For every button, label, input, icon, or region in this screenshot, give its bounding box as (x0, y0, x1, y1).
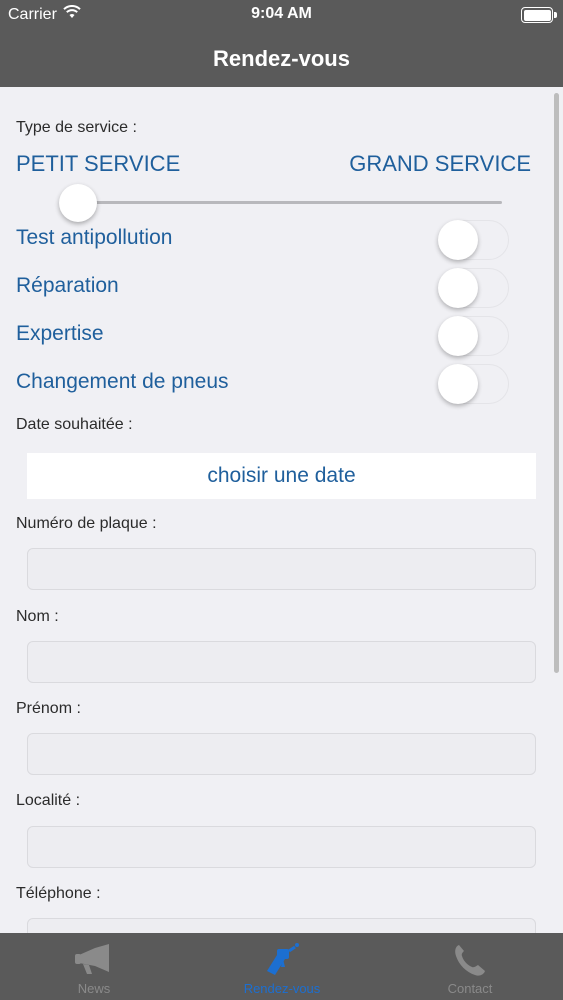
tab-label: Rendez-vous (243, 981, 321, 996)
telephone-input[interactable] (27, 918, 536, 933)
petit-service-label[interactable]: PETIT SERVICE (16, 151, 180, 177)
telephone-label: Téléphone : (16, 885, 101, 902)
option-label: Expertise (16, 322, 104, 345)
reparation-toggle[interactable] (438, 268, 509, 308)
plate-label: Numéro de plaque : (16, 515, 157, 532)
nom-label: Nom : (16, 608, 59, 625)
service-slider-track[interactable] (78, 201, 502, 204)
navigation-bar: Rendez-vous (0, 30, 563, 87)
nom-input[interactable] (27, 641, 536, 683)
tab-news[interactable]: News (0, 933, 188, 1000)
tab-bar: News Rendez-vous Contact (0, 933, 563, 1000)
appointment-form[interactable]: Type de service : PETIT SERVICE GRAND SE… (0, 87, 563, 933)
date-label: Date souhaitée : (16, 416, 133, 433)
option-label: Changement de pneus (16, 370, 229, 393)
tab-rendez-vous[interactable]: Rendez-vous (188, 933, 376, 1000)
expertise-toggle[interactable] (438, 316, 509, 356)
choose-date-button[interactable]: choisir une date (27, 453, 536, 499)
test-antipollution-toggle[interactable] (438, 220, 509, 260)
tab-label: Contact (447, 981, 493, 996)
grand-service-label[interactable]: GRAND SERVICE (349, 151, 531, 177)
option-label: Test antipollution (16, 226, 173, 249)
status-bar: Carrier 9:04 AM (0, 0, 563, 30)
megaphone-icon (73, 939, 115, 979)
page-title: Rendez-vous (213, 45, 350, 71)
prenom-label: Prénom : (16, 700, 81, 717)
phone-icon (451, 939, 489, 979)
option-row-expertise: Expertise (0, 312, 563, 358)
changement-de-pneus-toggle[interactable] (438, 364, 509, 404)
battery-icon (521, 7, 557, 23)
option-row-reparation: Réparation (0, 264, 563, 310)
plate-input[interactable] (27, 548, 536, 590)
prenom-input[interactable] (27, 733, 536, 775)
tab-label: News (77, 981, 111, 996)
spray-gun-icon (263, 939, 301, 979)
localite-input[interactable] (27, 826, 536, 868)
tab-contact[interactable]: Contact (376, 933, 563, 1000)
scrollbar[interactable] (554, 93, 559, 673)
status-time: 9:04 AM (251, 5, 312, 22)
option-row-test-antipollution: Test antipollution (0, 216, 563, 262)
service-type-label: Type de service : (16, 119, 137, 136)
option-row-changement-de-pneus: Changement de pneus (0, 360, 563, 406)
option-label: Réparation (16, 274, 119, 297)
localite-label: Localité : (16, 792, 81, 809)
